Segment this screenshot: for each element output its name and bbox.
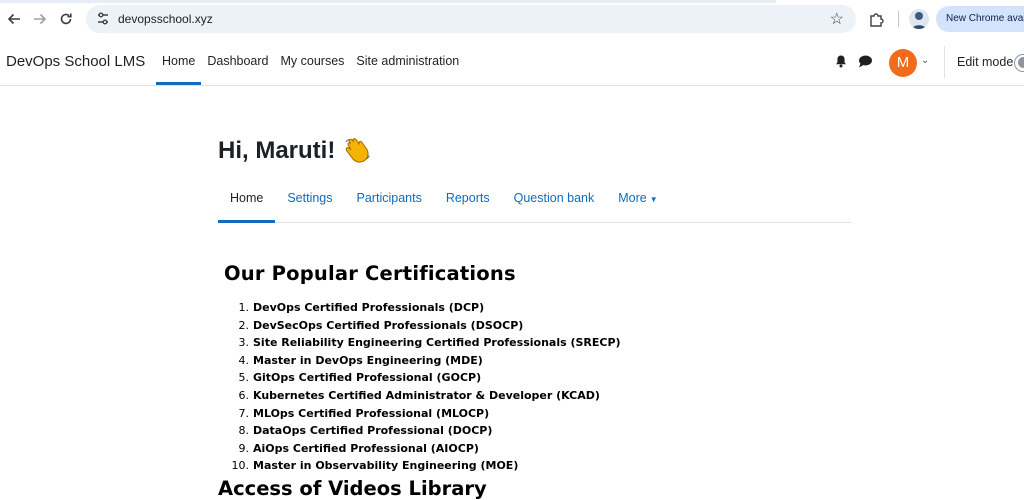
back-button[interactable]	[4, 9, 24, 29]
extensions-puzzle-icon[interactable]	[868, 10, 886, 28]
chrome-update-button[interactable]: New Chrome available	[936, 6, 1024, 32]
bookmark-star-icon[interactable]: ☆	[830, 9, 844, 29]
reload-icon	[60, 13, 72, 25]
toolbar-divider	[898, 11, 899, 27]
nav-item-dashboard[interactable]: Dashboard	[201, 38, 274, 85]
tab-more-label: More	[618, 191, 647, 205]
messages-chat-icon[interactable]	[858, 55, 873, 68]
page-greeting: Hi, Maruti!	[218, 136, 373, 166]
list-item: 9. AiOps Certified Professional (AIOCP)	[238, 441, 479, 455]
list-item: 4. Master in DevOps Engineering (MDE)	[238, 353, 483, 367]
user-avatar[interactable]: M	[889, 49, 917, 77]
address-bar[interactable]: devopsschool.xyz ☆	[86, 5, 856, 33]
list-item: 6. Kubernetes Certified Administrator & D…	[238, 388, 600, 402]
site-info-icon[interactable]	[96, 11, 110, 27]
tab-more[interactable]: More ▼	[606, 176, 669, 222]
tab-participants[interactable]: Participants	[345, 176, 434, 222]
videos-library-heading: Access of Videos Library	[218, 477, 487, 500]
nav-item-site-administration[interactable]: Site administration	[350, 38, 465, 85]
list-item: 1. DevOps Certified Professionals (DCP)	[238, 301, 485, 314]
reload-button[interactable]	[56, 9, 76, 29]
arrow-left-icon	[7, 13, 20, 25]
site-navbar: DevOps School LMS Home Dashboard My cour…	[0, 38, 1024, 86]
forward-button[interactable]	[30, 9, 50, 29]
edit-mode-label: Edit mode	[957, 55, 1014, 69]
primary-navigation: Home Dashboard My courses Site administr…	[156, 38, 465, 85]
tab-strip-edge	[0, 0, 776, 3]
tab-home[interactable]: Home	[218, 176, 276, 223]
list-item: 5. GitOps Certified Professional (GOCP)	[238, 371, 482, 385]
list-item: 3. Site Reliability Engineering Certified…	[238, 336, 621, 350]
edit-mode-toggle[interactable]	[1014, 54, 1024, 72]
browser-toolbar: devopsschool.xyz ☆ New Chrome available	[0, 0, 1024, 39]
chevron-down-icon: ▼	[649, 195, 658, 204]
waving-hand-icon	[345, 138, 371, 163]
list-item: 10. Master in Observability Engineering (…	[231, 459, 519, 473]
url-text[interactable]: devopsschool.xyz	[118, 12, 213, 26]
list-item: 7. MLOps Certified Professional (MLOCP)	[238, 406, 490, 420]
list-item: 2. DevSecOps Certified Professionals (DSO…	[238, 318, 524, 332]
tab-reports[interactable]: Reports	[434, 176, 502, 222]
certifications-heading: Our Popular Certifications	[224, 262, 516, 285]
navbar-divider	[944, 46, 945, 78]
profile-avatar-icon[interactable]	[909, 9, 929, 29]
list-item: 8. DataOps Certified Professional (DOCP)	[238, 424, 493, 438]
nav-item-home[interactable]: Home	[156, 38, 202, 85]
greeting-text: Hi, Maruti!	[218, 137, 336, 164]
tab-question-bank[interactable]: Question bank	[502, 176, 607, 222]
tab-settings[interactable]: Settings	[275, 176, 344, 222]
arrow-right-icon	[34, 13, 47, 25]
notifications-bell-icon[interactable]	[834, 54, 848, 68]
site-brand[interactable]: DevOps School LMS	[6, 53, 145, 70]
nav-item-my-courses[interactable]: My courses	[275, 38, 351, 85]
chevron-down-icon[interactable]: ⌄	[921, 55, 929, 66]
certifications-list: 1. DevOps Certified Professionals (DCP) 2…	[230, 299, 621, 475]
toggle-knob	[1018, 57, 1024, 68]
secondary-navigation: Home Settings Participants Reports Quest…	[218, 176, 851, 223]
